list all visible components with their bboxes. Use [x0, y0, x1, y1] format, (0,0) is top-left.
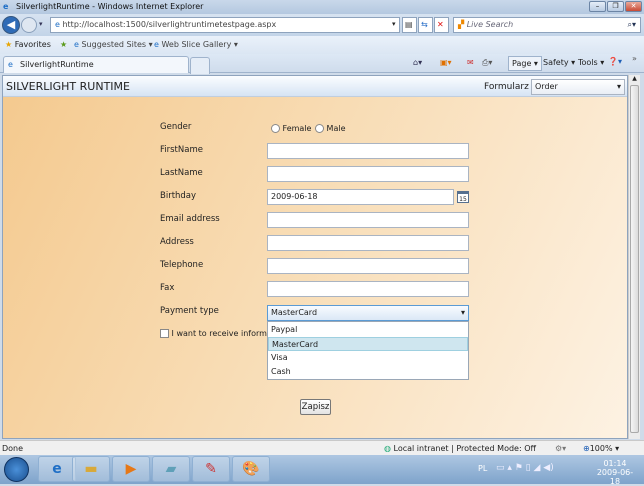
zoom-control[interactable]: ⊕100% ▾ [583, 444, 619, 453]
compatibility-icon[interactable]: ▤ [402, 17, 417, 33]
safety-menu[interactable]: Safety ▾ [543, 58, 575, 67]
security-zone: ◍ Local intranet | Protected Mode: Off [384, 444, 537, 453]
chevron-down-icon: ▾ [460, 308, 465, 317]
gender-label: Gender [160, 122, 192, 132]
tab-row: e SilverlightRuntime ⌂▾ ▣▾ ✉ ⎙▾ Page ▾ Sa… [0, 54, 644, 74]
maximize-button[interactable]: ❐ [607, 1, 624, 12]
favorites-button[interactable]: ★ Favorites [5, 40, 51, 49]
scroll-up-icon[interactable]: ▲ [629, 75, 640, 85]
payment-type-select[interactable]: MasterCard ▾ [267, 305, 469, 321]
tray-icons[interactable]: ▭ ▴ ⚑ ▯ ◢ ◀) [496, 463, 554, 473]
page-menu[interactable]: Page ▾ [508, 56, 542, 71]
fax-input[interactable] [267, 281, 469, 297]
silverlight-app: SILVERLIGHT RUNTIME Formularz Order ▾ Gen… [2, 75, 628, 439]
address-dropdown-icon[interactable]: ▾ [392, 20, 396, 28]
globe-icon: ◍ [384, 444, 391, 453]
favorites-bar: ★ Favorites ★ e Suggested Sites ▾ e Web … [0, 36, 644, 54]
payment-type-label: Payment type [160, 306, 219, 316]
tab-silverlightruntime[interactable]: e SilverlightRuntime [3, 56, 189, 73]
lastname-input[interactable] [267, 166, 469, 182]
app-header: SILVERLIGHT RUNTIME Formularz Order ▾ [3, 76, 627, 97]
taskbar-visual-studio-icon[interactable]: ✎ [192, 456, 230, 482]
form-select[interactable]: Order ▾ [531, 79, 625, 95]
taskbar-notepad-icon[interactable]: ▰ [152, 456, 190, 482]
home-icon[interactable]: ⌂▾ [413, 58, 422, 67]
payment-option-mastercard[interactable]: MasterCard [268, 337, 468, 351]
newsletter-checkbox[interactable]: I want to receive informatio [160, 329, 282, 338]
refresh-icon[interactable]: ⇆ [418, 17, 433, 33]
ie-logo-icon: e [3, 2, 9, 11]
stop-icon[interactable]: ✕ [434, 17, 449, 33]
payment-type-dropdown: Paypal MasterCard Visa Cash [267, 321, 469, 380]
taskbar-ie-icon[interactable]: e [38, 456, 76, 482]
clock[interactable]: 01:14 2009-06-18 [592, 459, 638, 486]
forward-button[interactable] [21, 17, 37, 33]
taskbar-explorer-icon[interactable]: ▬ [72, 456, 110, 482]
feeds-icon[interactable]: ▣▾ [440, 58, 452, 67]
mail-icon[interactable]: ✉ [467, 58, 474, 67]
address-label: Address [160, 237, 194, 247]
address-input-field[interactable] [267, 235, 469, 251]
app-title: SILVERLIGHT RUNTIME [6, 80, 130, 93]
clock-time: 01:14 [603, 459, 627, 468]
clock-date: 2009-06-18 [596, 468, 634, 486]
back-button[interactable]: ◀ [2, 16, 20, 34]
firstname-label: FirstName [160, 145, 203, 155]
chevron-more-icon[interactable]: » [632, 54, 637, 63]
language-indicator[interactable]: PL [478, 464, 487, 473]
address-row: ◀ ▾ e http://localhost:1500/silverlightr… [0, 14, 644, 36]
help-icon[interactable]: ❓▾ [608, 57, 622, 66]
telephone-input[interactable] [267, 258, 469, 274]
form-selector-label: Formularz [484, 82, 529, 92]
payment-option-paypal[interactable]: Paypal [268, 323, 468, 337]
firstname-input[interactable] [267, 143, 469, 159]
payment-option-cash[interactable]: Cash [268, 365, 468, 379]
gender-male-radio[interactable]: Male [315, 124, 346, 133]
status-text: Done [2, 444, 24, 453]
title-bar: e SilverlightRuntime - Windows Internet … [0, 0, 644, 14]
start-button[interactable] [4, 457, 29, 482]
search-input[interactable]: ▞ Live Search ⌕▾ [453, 17, 641, 33]
submit-button[interactable]: Zapisz [300, 399, 331, 415]
print-icon[interactable]: ⎙▾ [482, 58, 492, 68]
window-title: SilverlightRuntime - Windows Internet Ex… [16, 2, 204, 11]
history-dropdown-icon[interactable]: ▾ [39, 20, 43, 28]
scroll-thumb[interactable] [630, 85, 639, 433]
protected-mode-icon[interactable]: ⚙▾ [555, 444, 566, 453]
telephone-label: Telephone [160, 260, 204, 270]
tab-label: SilverlightRuntime [20, 60, 94, 69]
calendar-icon[interactable]: 15 [457, 191, 469, 203]
minimize-button[interactable]: – [589, 1, 606, 12]
email-input[interactable] [267, 212, 469, 228]
web-slice-gallery-link[interactable]: e Web Slice Gallery ▾ [154, 40, 238, 49]
close-button[interactable]: ✕ [625, 1, 642, 12]
search-icon[interactable]: ⌕▾ [628, 20, 637, 30]
taskbar-paint-icon[interactable]: 🎨 [232, 456, 270, 482]
ie-tab-icon: e [8, 60, 13, 69]
chevron-down-icon: ▾ [616, 82, 621, 91]
status-bar: Done ◍ Local intranet | Protected Mode: … [0, 440, 644, 455]
add-favorite-icon[interactable]: ★ [60, 40, 67, 49]
payment-option-visa[interactable]: Visa [268, 351, 468, 365]
tools-menu[interactable]: Tools ▾ [578, 58, 604, 67]
email-label: Email address [160, 214, 220, 224]
taskbar-media-player-icon[interactable]: ▶ [112, 456, 150, 482]
star-icon: ★ [5, 40, 13, 49]
new-tab-button[interactable] [190, 57, 210, 74]
fax-label: Fax [160, 283, 175, 293]
address-input[interactable]: e http://localhost:1500/silverlightrunti… [50, 17, 400, 33]
gender-female-radio[interactable]: Female [271, 124, 311, 133]
birthday-label: Birthday [160, 191, 197, 201]
lastname-label: LastName [160, 168, 203, 178]
suggested-sites-link[interactable]: e Suggested Sites ▾ [74, 40, 153, 49]
vertical-scrollbar[interactable]: ▲ [628, 75, 640, 439]
birthday-input[interactable]: 2009-06-18 [267, 189, 454, 205]
taskbar: e ▬ ▶ ▰ ✎ 🎨 PL ▭ ▴ ⚑ ▯ ◢ ◀) 01:14 2009-06… [0, 455, 644, 486]
